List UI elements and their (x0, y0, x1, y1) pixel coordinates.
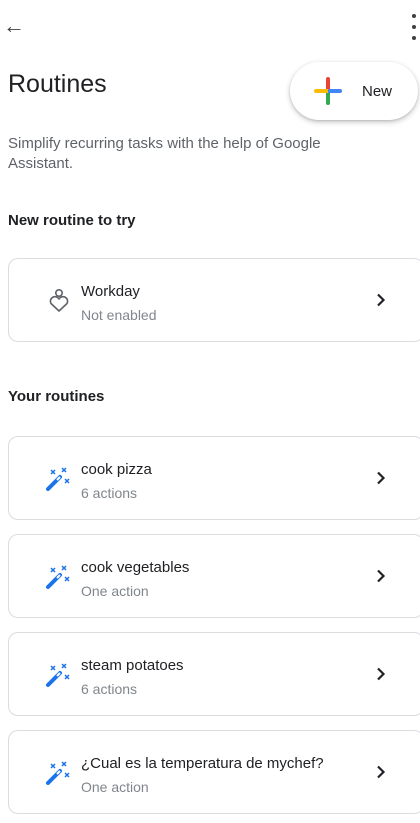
menu-dot (412, 36, 416, 40)
routine-status: Not enabled (81, 307, 157, 323)
routine-action-count: One action (81, 779, 149, 795)
routine-card-cook-pizza[interactable]: cook pizza 6 actions (8, 436, 420, 520)
routine-card-steam-potatoes[interactable]: steam potatoes 6 actions (8, 632, 420, 716)
new-routine-button[interactable]: New (290, 62, 418, 120)
chevron-right-icon (373, 663, 389, 685)
magic-wand-icon (45, 759, 73, 787)
routine-action-count: 6 actions (81, 681, 138, 697)
routine-title: ¿Cual es la temperatura de mychef? (81, 755, 324, 772)
routine-card-workday[interactable]: Workday Not enabled (8, 258, 420, 342)
routine-title: cook vegetables (81, 559, 190, 576)
workday-person-icon (45, 287, 73, 315)
page-title: Routines (8, 70, 107, 98)
chevron-right-icon (373, 761, 389, 783)
google-plus-icon (314, 77, 342, 105)
routine-title: cook pizza (81, 461, 152, 478)
magic-wand-icon (45, 661, 73, 689)
section-heading-your-routines: Your routines (8, 388, 105, 405)
magic-wand-icon (45, 563, 73, 591)
more-options-icon[interactable] (408, 14, 420, 40)
top-app-bar: ← (0, 0, 420, 56)
routine-action-count: 6 actions (81, 485, 138, 501)
page-subtitle: Simplify recurring tasks with the help o… (8, 135, 321, 172)
magic-wand-icon (45, 465, 73, 493)
routine-action-count: One action (81, 583, 149, 599)
chevron-right-icon (373, 467, 389, 489)
menu-dot (412, 14, 416, 18)
routine-title: Workday (81, 283, 140, 300)
menu-dot (412, 25, 416, 29)
chevron-right-icon (373, 289, 389, 311)
routine-card-cook-vegetables[interactable]: cook vegetables One action (8, 534, 420, 618)
routine-title: steam potatoes (81, 657, 184, 674)
chevron-right-icon (373, 565, 389, 587)
routine-card-temperature-query[interactable]: ¿Cual es la temperatura de mychef? One a… (8, 730, 420, 814)
section-heading-new-routine: New routine to try (8, 212, 136, 229)
back-arrow-icon[interactable]: ← (0, 12, 28, 40)
new-button-label: New (362, 82, 393, 100)
